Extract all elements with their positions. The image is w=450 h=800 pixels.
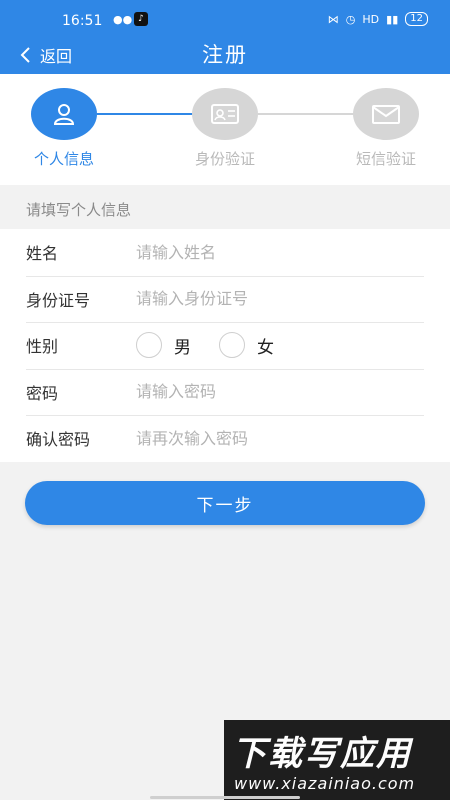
name-label: 姓名	[26, 244, 59, 264]
next-step-button[interactable]: 下一步	[25, 481, 425, 525]
step-label: 短信验证	[355, 150, 416, 168]
network-type: HD	[362, 12, 380, 26]
id-number-label: 身份证号	[26, 290, 91, 310]
confirm-password-input[interactable]	[136, 428, 396, 448]
registration-stepper: 个人信息 身份验证 短信验证	[0, 74, 450, 185]
step-label: 身份验证	[194, 150, 255, 168]
gender-female-label: 女	[257, 337, 274, 358]
gender-male-label: 男	[174, 337, 191, 358]
step-personal-info: 个人信息	[31, 88, 97, 169]
page-title: 注册	[202, 43, 248, 67]
status-bar: 16:51 ●● ♪ ⋈ ◷ HD ▮▮ 12	[0, 0, 450, 36]
id-card-icon	[211, 104, 239, 124]
step-connector-1	[97, 113, 193, 115]
radio-circle[interactable]	[219, 332, 245, 359]
radio-circle[interactable]	[136, 332, 162, 359]
confirm-password-label: 确认密码	[26, 430, 91, 450]
gender-radio-group: 男 女	[136, 332, 302, 359]
battery-icon: 12	[405, 12, 428, 26]
status-time: 16:51	[62, 13, 103, 29]
wechat-icon: ●●	[113, 13, 133, 26]
watermark-url: www.xiazainiao.com	[234, 774, 416, 793]
password-row: 密码	[0, 368, 450, 416]
confirm-password-row: 确认密码	[0, 415, 450, 462]
step-circle	[31, 88, 97, 140]
gender-female-radio[interactable]: 女	[219, 332, 274, 359]
gender-label: 性别	[26, 337, 59, 357]
alarm-icon: ◷	[345, 12, 356, 26]
signal-icon: ▮▮	[386, 12, 399, 26]
step-identity: 身份验证	[192, 88, 258, 169]
name-row: 姓名	[0, 229, 450, 276]
step-circle	[192, 88, 258, 140]
password-input[interactable]	[136, 382, 396, 402]
watermark: 下载写应用 www.xiazainiao.com	[224, 720, 450, 800]
step-sms: 短信验证	[353, 88, 419, 169]
envelope-icon	[372, 105, 400, 124]
watermark-title: 下载写应用	[232, 734, 412, 774]
gender-male-radio[interactable]: 男	[136, 332, 191, 359]
gender-row: 性别 男 女	[0, 322, 450, 369]
name-input[interactable]	[136, 242, 396, 262]
id-number-input[interactable]	[136, 289, 396, 309]
vibrate-icon: ⋈	[327, 12, 339, 26]
password-label: 密码	[26, 383, 59, 403]
person-icon	[53, 104, 75, 125]
personal-info-form: 姓名 身份证号 性别 男 女 密码 确认密码	[0, 229, 450, 462]
section-header: 请填写个人信息	[0, 185, 450, 229]
home-indicator	[150, 796, 300, 799]
step-connector-2	[258, 113, 354, 115]
step-circle	[353, 88, 419, 140]
title-bar: 返回 注册	[0, 36, 450, 74]
step-label: 个人信息	[33, 150, 94, 168]
tiktok-icon: ♪	[134, 12, 148, 26]
id-number-row: 身份证号	[0, 275, 450, 323]
status-right: ⋈ ◷ HD ▮▮ 12	[328, 12, 428, 26]
